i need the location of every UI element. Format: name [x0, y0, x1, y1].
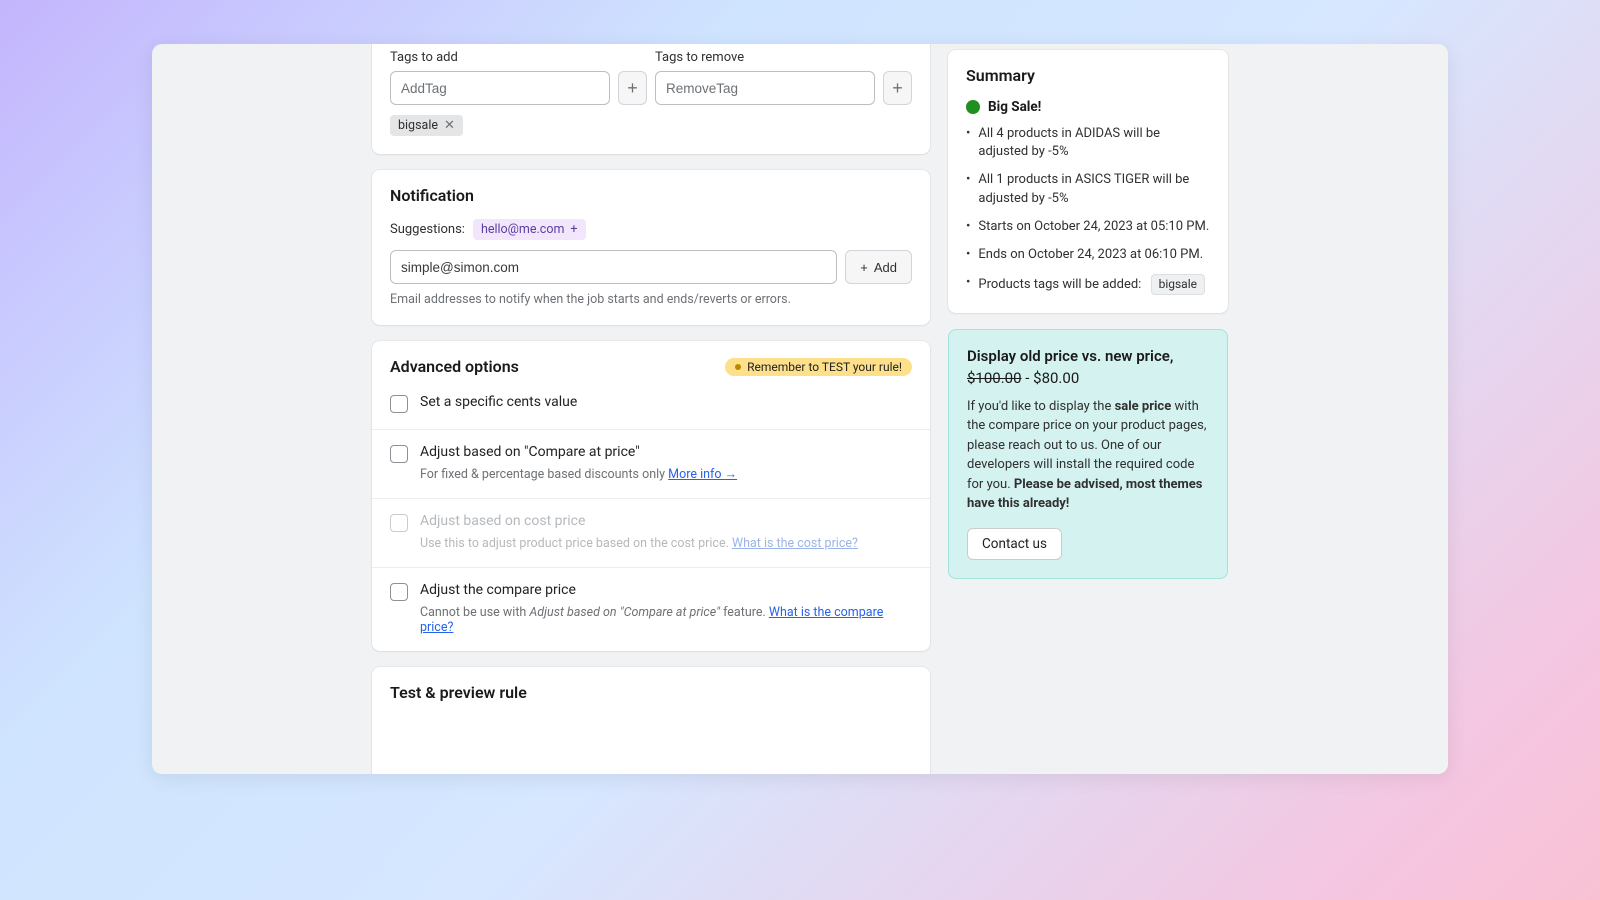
summary-item: All 1 products in ASICS TIGER will be ad… [966, 171, 1210, 207]
option-subtext: For fixed & percentage based discounts o… [420, 467, 912, 482]
option-title: Adjust based on "Compare at price" [420, 444, 640, 460]
scroll-viewport[interactable]: Tags to add + Tags to remove + bigsale [152, 44, 1448, 774]
price-comparison: $100.00 - $80.00 [967, 369, 1209, 387]
checkbox-compare-at[interactable] [390, 445, 408, 463]
notification-card: Notification Suggestions: hello@me.com +… [372, 170, 930, 325]
option-title: Set a specific cents value [420, 394, 577, 410]
status-dot-icon [966, 100, 980, 114]
test-heading: Test & preview rule [390, 683, 912, 702]
close-icon[interactable]: ✕ [444, 118, 455, 133]
tags-remove-plus-button[interactable]: + [883, 71, 912, 105]
test-preview-card: Test & preview rule [372, 667, 930, 774]
side-column: Summary Big Sale! All 4 products in ADID… [948, 44, 1228, 774]
notification-email-input[interactable] [390, 250, 837, 284]
notification-help-text: Email addresses to notify when the job s… [390, 292, 912, 307]
main-column: Tags to add + Tags to remove + bigsale [372, 44, 930, 774]
tags-card: Tags to add + Tags to remove + bigsale [372, 44, 930, 154]
price-display-info-card: Display old price vs. new price, $100.00… [948, 329, 1228, 579]
info-body: If you'd like to display the sale price … [967, 397, 1209, 514]
warning-dot-icon [735, 364, 741, 370]
advanced-options-card: Advanced options Remember to TEST your r… [372, 341, 930, 651]
summary-status-label: Big Sale! [988, 99, 1041, 115]
summary-item: Ends on October 24, 2023 at 06:10 PM. [966, 246, 1210, 264]
more-info-link[interactable]: More info → [668, 467, 737, 482]
checkbox-cents[interactable] [390, 395, 408, 413]
summary-item: Starts on October 24, 2023 at 05:10 PM. [966, 218, 1210, 236]
test-reminder-badge: Remember to TEST your rule! [725, 358, 912, 376]
new-price: $80.00 [1033, 369, 1079, 387]
summary-list: All 4 products in ADIDAS will be adjuste… [966, 125, 1210, 295]
option-subtext: Cannot be use with Adjust based on "Comp… [420, 605, 912, 635]
notification-add-button[interactable]: + Add [845, 250, 912, 284]
option-title: Adjust based on cost price [420, 513, 585, 529]
tags-remove-label: Tags to remove [655, 50, 912, 65]
tag-chip[interactable]: bigsale ✕ [390, 115, 463, 136]
notification-heading: Notification [390, 186, 912, 205]
option-subtext: Use this to adjust product price based o… [420, 536, 912, 551]
summary-item: Products tags will be added: bigsale [966, 274, 1210, 295]
option-cost-price: Adjust based on cost price Use this to a… [372, 498, 930, 567]
tags-add-input[interactable] [390, 71, 610, 105]
tags-remove-input[interactable] [655, 71, 875, 105]
suggestion-chip[interactable]: hello@me.com + [473, 219, 586, 240]
option-title: Adjust the compare price [420, 582, 576, 598]
badge-text: Remember to TEST your rule! [747, 360, 902, 374]
add-button-label: Add [874, 260, 897, 275]
tag-chip-label: bigsale [398, 118, 438, 133]
cost-price-link: What is the cost price? [732, 536, 858, 551]
option-adjust-compare: Adjust the compare price Cannot be use w… [372, 567, 930, 651]
suggestion-email: hello@me.com [481, 222, 564, 237]
summary-tag-pill: bigsale [1151, 274, 1205, 295]
plus-icon: + [860, 260, 868, 275]
tags-add-label: Tags to add [390, 50, 647, 65]
summary-heading: Summary [966, 66, 1210, 85]
summary-card: Summary Big Sale! All 4 products in ADID… [948, 50, 1228, 313]
page-content: Tags to add + Tags to remove + bigsale [152, 44, 1448, 774]
plus-icon: + [570, 222, 577, 237]
checkbox-cost-price [390, 514, 408, 532]
option-cents-value: Set a specific cents value [372, 380, 930, 429]
info-title: Display old price vs. new price, [967, 346, 1209, 367]
checkbox-adjust-compare[interactable] [390, 583, 408, 601]
contact-us-button[interactable]: Contact us [967, 528, 1062, 560]
option-compare-at-price: Adjust based on "Compare at price" For f… [372, 429, 930, 498]
summary-item: All 4 products in ADIDAS will be adjuste… [966, 125, 1210, 161]
old-price: $100.00 [967, 369, 1022, 387]
app-shell: Tags to add + Tags to remove + bigsale [152, 44, 1448, 774]
advanced-heading: Advanced options [390, 357, 519, 376]
suggestions-label: Suggestions: [390, 222, 465, 237]
tags-add-plus-button[interactable]: + [618, 71, 647, 105]
